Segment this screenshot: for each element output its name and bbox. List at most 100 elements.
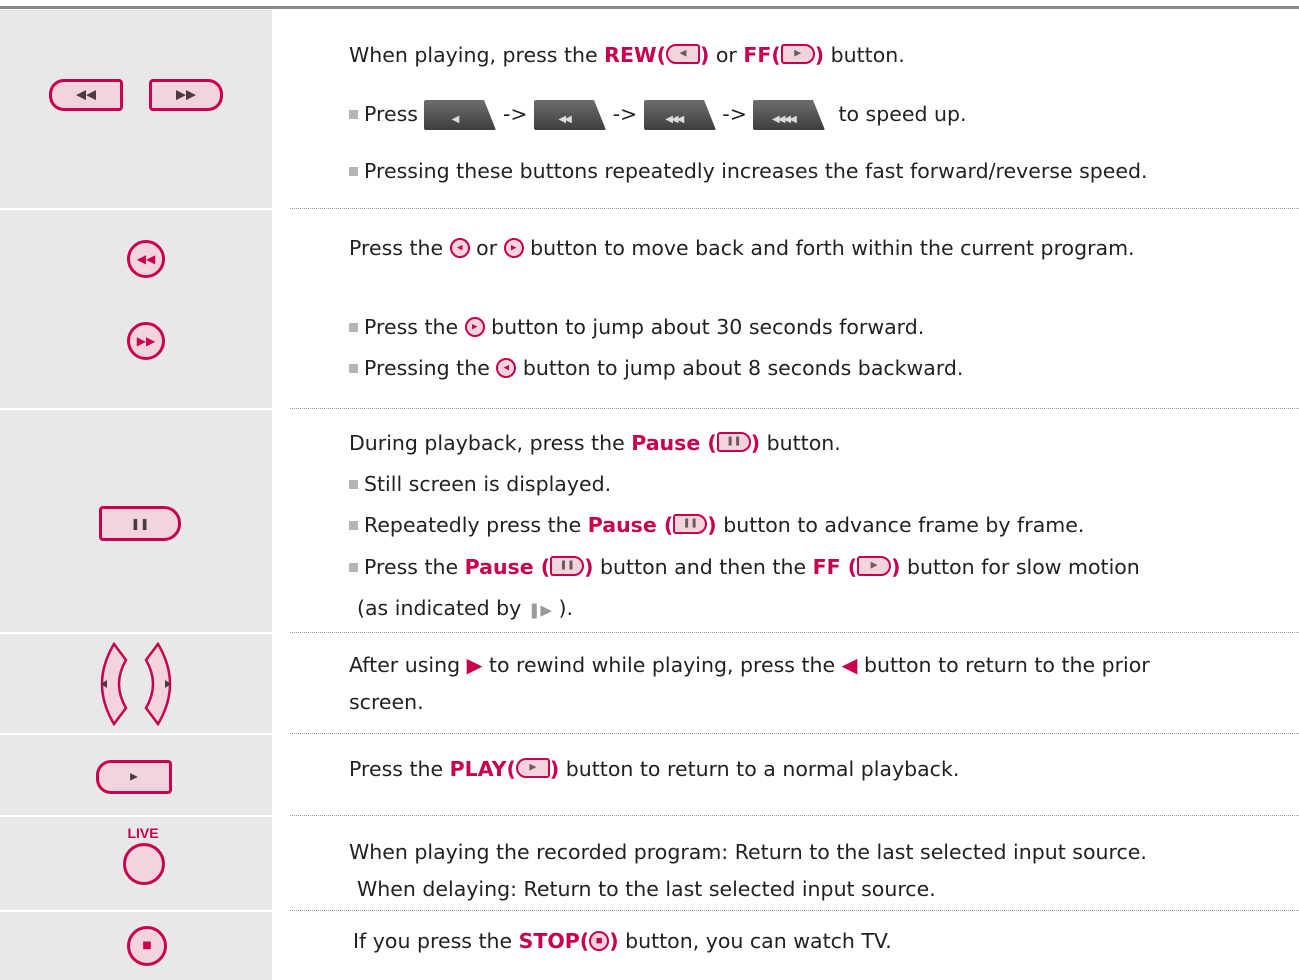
frame-advance-note: Repeatedly press the Pause (❚❚) button t… (349, 512, 1084, 538)
bullet (349, 521, 358, 530)
text: During playback, press the (349, 431, 632, 455)
stop-instruction: If you press the STOP(■) button, you can… (353, 928, 892, 954)
text: button and then the (593, 555, 813, 579)
row-divider (0, 815, 272, 817)
ff-label: FF ( (812, 555, 858, 579)
text: or (469, 236, 504, 260)
text: ) (609, 929, 619, 953)
text: If you press the (353, 929, 519, 953)
pause-inline-icon: ❚❚ (673, 514, 708, 534)
text: ) (750, 431, 761, 455)
live-recorded-note: When playing the recorded program: Retur… (349, 839, 1147, 865)
text: button to return to a normal playback. (559, 757, 960, 781)
text: ). (551, 596, 573, 620)
text: button to move back and forth within the… (523, 236, 1135, 260)
stop-label: STOP( (518, 929, 590, 953)
play-button: ▶ (96, 760, 172, 794)
text: button. (824, 43, 905, 67)
text: to speed up. (838, 102, 967, 126)
left-right-arrows (100, 642, 172, 726)
text: button to jump about 8 seconds backward. (516, 356, 964, 380)
text: (as indicated by (357, 596, 528, 620)
text: ) (814, 43, 825, 67)
skip-back-button: ◀◀ (127, 240, 165, 278)
top-rule (0, 6, 1299, 9)
ff-button: ▶▶ (149, 79, 223, 111)
pause-icon: ❚❚ (130, 517, 150, 530)
pause-inline-icon: ❚❚ (716, 432, 751, 452)
pause-inline-icon: ❚❚ (550, 556, 585, 576)
speed-steps: Press ◀ -> ◀◀ -> ◀◀◀ -> ◀◀◀◀ to speed up… (349, 100, 967, 130)
ff-label: FF( (743, 43, 781, 67)
stop-inline-icon: ■ (589, 931, 610, 951)
slow-motion-indicator: (as indicated by ❚▶ ). (357, 595, 573, 623)
skip-forward-button: ▶▶ (127, 322, 165, 360)
skip-forward-note: Press the ▶ button to jump about 30 seco… (349, 314, 924, 340)
row-divider (0, 208, 272, 210)
text: Repeatedly press the (364, 513, 588, 537)
arrow-text: -> (503, 102, 528, 126)
arrow-instruction: After using ▶ to rewind while playing, p… (349, 652, 1150, 678)
text: button for slow motion (900, 555, 1140, 579)
bullet (349, 167, 358, 176)
skip-forward-inline-icon: ▶ (464, 317, 485, 337)
speed-note: Pressing these buttons repeatedly increa… (349, 158, 1148, 184)
still-note: Still screen is displayed. (349, 471, 611, 497)
pause-label: Pause ( (464, 555, 551, 579)
text: button to return to the prior (857, 653, 1150, 677)
text: button to advance frame by frame. (716, 513, 1085, 537)
text: Press the (349, 757, 450, 781)
text: When delaying: Return to the last select… (357, 877, 936, 901)
pause-button: ❚❚ (99, 506, 181, 541)
row-divider (0, 910, 272, 912)
arrow-text: -> (722, 102, 747, 126)
text: Press the (364, 315, 465, 339)
rew-ff-instruction: When playing, press the REW(◀) or FF(▶) … (349, 42, 905, 68)
text: ) (699, 43, 710, 67)
stop-button: ■ (127, 926, 167, 966)
speed-4x-icon: ◀◀◀◀ (753, 100, 826, 130)
bullet (349, 364, 358, 373)
play-icon: ▶ (130, 771, 138, 783)
text: Press the (349, 236, 450, 260)
skip-forward-inline-icon: ▶ (503, 238, 524, 258)
text: ) (584, 555, 594, 579)
bullet (349, 110, 358, 119)
row-divider (0, 408, 272, 410)
text: Press the (364, 555, 465, 579)
live-button (123, 843, 165, 885)
slow-motion-icon: ❚▶ (527, 601, 552, 619)
text: ) (549, 757, 560, 781)
rewind-icon: ◀◀ (76, 87, 96, 103)
left-arrow-icon: ◀ (841, 653, 858, 677)
text: button to jump about 30 seconds forward. (484, 315, 925, 339)
live-delay-note: When delaying: Return to the last select… (357, 876, 936, 902)
pause-label: Pause ( (587, 513, 674, 537)
row-divider (0, 632, 272, 634)
speed-1x-icon: ◀ (424, 100, 497, 130)
stop-icon: ■ (142, 940, 152, 951)
rew-button: ◀◀ (49, 79, 123, 111)
play-inline-icon: ▶ (515, 758, 550, 778)
skip-back-inline-icon: ◀ (496, 358, 517, 378)
rew-inline-icon: ◀ (665, 44, 700, 64)
row-divider (0, 733, 272, 735)
skip-back-note: Pressing the ◀ button to jump about 8 se… (349, 355, 963, 381)
text: Pressing the (364, 356, 497, 380)
skip-back-icon: ◀◀ (136, 252, 156, 266)
play-instruction: Press the PLAY(▶) button to return to a … (349, 756, 959, 782)
text: to rewind while playing, press the (482, 653, 842, 677)
text: When playing, press the (349, 43, 605, 67)
pause-label: Pause ( (631, 431, 717, 455)
text: ) (707, 513, 717, 537)
fast-forward-icon: ▶▶ (176, 87, 196, 103)
text: button, you can watch TV. (618, 929, 892, 953)
row-divider (290, 408, 1299, 409)
text: Pressing these buttons repeatedly increa… (364, 159, 1148, 183)
skip-instruction: Press the ◀ or ▶ button to move back and… (349, 235, 1135, 261)
text: Still screen is displayed. (364, 472, 612, 496)
row-divider (290, 208, 1299, 209)
skip-forward-icon: ▶▶ (136, 334, 156, 348)
arrow-instruction-cont: screen. (349, 689, 424, 715)
bullet (349, 480, 358, 489)
